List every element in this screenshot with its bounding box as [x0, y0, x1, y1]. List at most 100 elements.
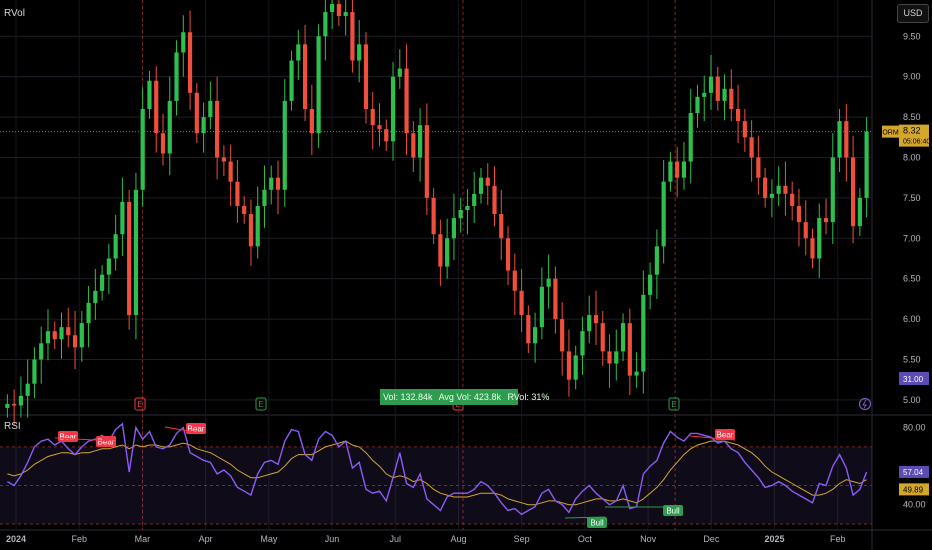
candle-body [384, 129, 389, 142]
candle-body [269, 177, 274, 190]
price-tick-label: 6.50 [903, 274, 921, 284]
candle-body [302, 44, 308, 109]
time-tick-label: Jul [390, 534, 402, 544]
candle-body [458, 210, 463, 219]
candle-body [553, 278, 558, 320]
currency-button[interactable]: USD [897, 4, 929, 23]
lightning-bolt [862, 399, 867, 409]
candle-body [201, 117, 206, 134]
candle-body [431, 197, 436, 235]
candle-body [735, 109, 741, 122]
avg-volume-value: Avg Vol: 423.8k [438, 392, 501, 402]
candle-body [505, 238, 511, 271]
candle-body [52, 331, 57, 340]
extra-price-value: 31.00 [903, 375, 924, 384]
time-tick-label: Sep [514, 534, 530, 544]
bear-label: Bear [98, 438, 115, 447]
candle-body [309, 109, 314, 134]
candle-body [18, 395, 24, 406]
price-tick-label: 5.00 [903, 395, 921, 405]
candle-body [688, 113, 693, 162]
time-tick-label: Apr [199, 534, 213, 544]
candle-body [66, 327, 71, 336]
time-tick-label: Oct [578, 534, 593, 544]
candle-body [343, 12, 348, 17]
candle-body [174, 52, 179, 101]
candle-body [330, 3, 335, 13]
candle-body [790, 193, 795, 206]
candle-body [472, 193, 477, 206]
candle-body [397, 68, 402, 77]
price-tick-label: 7.50 [903, 193, 921, 203]
time-tick-label: Feb [830, 534, 846, 544]
candle-body [438, 234, 443, 267]
candle-body [59, 327, 64, 340]
candle-body [72, 335, 78, 348]
bull-label: Bull [590, 519, 604, 528]
candle-body [526, 315, 531, 344]
time-axis[interactable]: 2024 Feb Mar Apr May Jun Jul Aug Sep Oct Nov Dec 202… [6, 534, 846, 544]
candle-body [242, 205, 247, 215]
candle-body [661, 181, 666, 247]
candle-body [282, 100, 287, 190]
bear-label: Bear [188, 425, 205, 434]
candle-body [742, 121, 747, 138]
candle-body [127, 201, 132, 316]
candle-body [593, 315, 599, 324]
candle-body [357, 44, 362, 61]
candle-body [215, 100, 220, 158]
candle-body [39, 343, 44, 360]
candle-body [181, 32, 186, 53]
candle-body [519, 290, 524, 316]
candle-body [5, 403, 10, 408]
candle-body [417, 125, 423, 158]
time-tick-label: May [260, 534, 278, 544]
candle-body [289, 60, 294, 101]
candle-body [100, 274, 105, 291]
candle-body [654, 246, 659, 275]
candle-body [512, 270, 517, 291]
price-axis[interactable]: 9.50 9.00 8.50 8.00 7.50 7.00 6.50 6.00 5.50 5.00… [882, 31, 930, 510]
earnings-marker-text: E [671, 400, 676, 409]
candle-body [228, 161, 233, 182]
candle-body [262, 189, 267, 206]
candle-body [776, 185, 781, 194]
time-tick-label: Mar [135, 534, 151, 544]
price-tick-label: 9.50 [903, 31, 921, 41]
candle-body [25, 383, 30, 396]
time-tick-label: 2025 [765, 534, 785, 544]
candle-body [187, 32, 193, 93]
candle-body [255, 205, 260, 247]
time-tick-label: 2024 [6, 534, 26, 544]
candle-body [323, 12, 328, 37]
candle-body [120, 201, 125, 235]
candle-body [350, 12, 355, 61]
rsi-ma-last-value: 49.89 [903, 485, 924, 494]
candle-body [539, 286, 544, 328]
rsi-tick-label: 40.00 [903, 500, 926, 510]
candle-body [167, 100, 172, 154]
candlestick-series [5, 0, 869, 425]
candle-body [702, 92, 707, 97]
candle-body [133, 189, 139, 316]
candle-body [235, 181, 240, 206]
chart-area[interactable]: 9.50 9.00 8.50 8.00 7.50 7.00 6.50 6.00 5.50 5.00… [0, 0, 932, 550]
candle-body [844, 121, 849, 158]
candle-body [32, 359, 37, 384]
candle-body [837, 121, 842, 158]
candle-body [478, 177, 484, 194]
candle-body [465, 205, 470, 210]
candle-body [208, 100, 213, 118]
symbol-tag-text: ORM [882, 130, 899, 137]
candle-body [113, 234, 118, 259]
candle-body [729, 88, 734, 109]
candle-body [668, 161, 673, 182]
candle-body [614, 351, 619, 364]
last-price-value: 8.32 [903, 126, 921, 136]
candle-body [140, 109, 145, 190]
rvol-value: RVol: 31% [507, 392, 550, 402]
candle-body [573, 355, 578, 380]
candle-body [370, 109, 375, 126]
candle-body [404, 68, 409, 134]
countdown-value: 05:06:40 [903, 139, 930, 146]
